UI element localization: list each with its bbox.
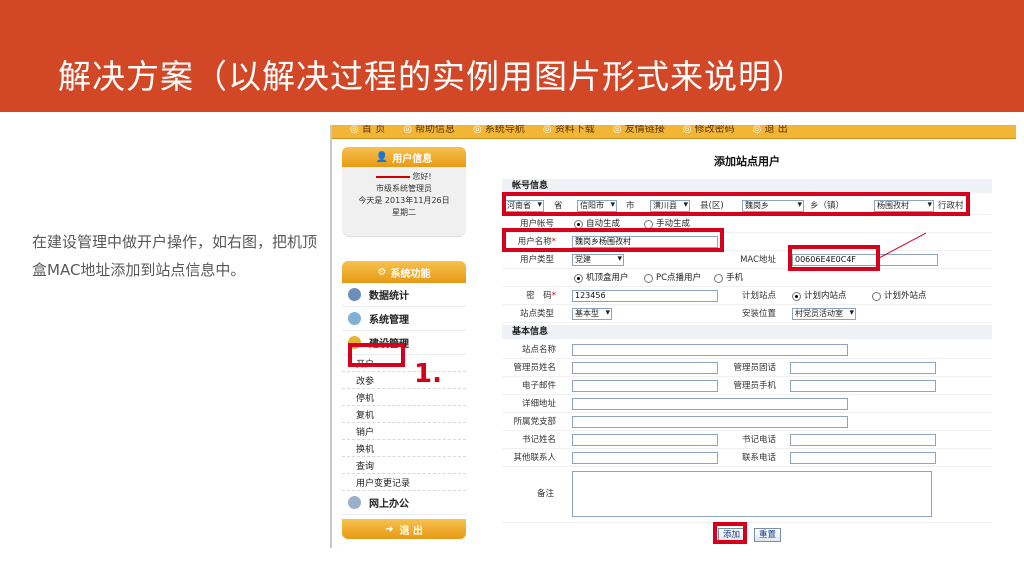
title-bar: 解决方案（以解决过程的实例用图片形式来说明） <box>0 0 1024 112</box>
sub-replace[interactable]: 换机 <box>342 440 466 457</box>
email-row: 电子邮件 管理员手机 <box>502 377 992 395</box>
user-panel-title: 用户信息 <box>392 153 433 165</box>
device-type-row: 机顶盒用户 PC点播用户 手机 <box>502 269 992 287</box>
site-name-input[interactable] <box>572 344 848 356</box>
password-input[interactable]: 123456 <box>572 290 718 302</box>
nav-home[interactable]: 首 页 <box>350 125 385 135</box>
address-row: 详细地址 <box>502 395 992 413</box>
address-input[interactable] <box>572 398 848 410</box>
phone-user-radio[interactable]: 手机 <box>714 272 743 284</box>
remark-textarea[interactable] <box>572 471 932 517</box>
admin-mobile-input[interactable] <box>790 380 936 392</box>
highlight-add-button <box>713 522 747 544</box>
highlight-username <box>502 228 724 252</box>
slide-title: 解决方案（以解决过程的实例用图片形式来说明） <box>58 57 806 96</box>
user-info: 您好! 市级系统管理员 今天是 2013年11月26日 星期二 <box>342 167 466 237</box>
sub-resume[interactable]: 复机 <box>342 406 466 423</box>
install-location-select[interactable]: 村党员活动室 <box>792 308 856 320</box>
nav-help[interactable]: 帮助信息 <box>403 125 455 135</box>
sub-change-log[interactable]: 用户变更记录 <box>342 474 466 491</box>
nav-exit[interactable]: 退 出 <box>753 125 788 135</box>
form-title: 添加站点用户 <box>714 155 780 168</box>
highlight-region-row <box>502 192 970 216</box>
office-icon <box>348 496 361 509</box>
stats-icon <box>348 288 361 301</box>
sys-panel-header: ⚙ 系统功能 <box>342 261 466 283</box>
greeting: 您好! <box>412 172 432 181</box>
other-contact-row: 其他联系人 联系电话 <box>502 449 992 467</box>
other-contact-input[interactable] <box>572 452 718 464</box>
sub-change-param[interactable]: 改参 <box>342 372 466 389</box>
sub-cancel[interactable]: 销户 <box>342 423 466 440</box>
menu-sys-manage[interactable]: 系统管理 <box>342 307 466 331</box>
sitetype-row: 站点类型 基本型 安装位置 村党员活动室 <box>502 305 992 323</box>
usertype-row: 用户类型 党建 MAC地址 00606E4E0C4F <box>502 251 992 269</box>
secretary-phone-input[interactable] <box>790 434 936 446</box>
settings-icon <box>348 312 361 325</box>
secretary-name-input[interactable] <box>572 434 718 446</box>
current-weekday: 星期二 <box>392 208 416 217</box>
slide: 解决方案（以解决过程的实例用图片形式来说明） 在建设管理中做开户操作，如右图，把… <box>0 0 1024 576</box>
email-input[interactable] <box>572 380 718 392</box>
admin-row: 管理员姓名 管理员固话 <box>502 359 992 377</box>
annotation-number: 1. <box>414 359 442 389</box>
nav-download[interactable]: 资料下载 <box>543 125 595 135</box>
tools-icon: ⚙ <box>377 266 387 278</box>
user-role: 市级系统管理员 <box>376 184 432 193</box>
party-branch-row: 所属党支部 <box>502 413 992 431</box>
sys-panel-title: 系统功能 <box>390 268 431 280</box>
highlight-mac-address <box>788 245 880 271</box>
user-panel-header: 👤 用户信息 <box>342 147 466 167</box>
user-icon: 👤 <box>375 151 389 163</box>
sub-query[interactable]: 查询 <box>342 457 466 474</box>
stb-user-radio[interactable]: 机顶盒用户 <box>574 272 629 284</box>
top-nav: 首 页 帮助信息 系统导航 资料下载 友情链接 修改密码 退 出 <box>332 125 1016 139</box>
pc-user-radio[interactable]: PC点播用户 <box>644 272 701 284</box>
nav-sysnav[interactable]: 系统导航 <box>473 125 525 135</box>
reset-button[interactable]: 重置 <box>754 528 782 542</box>
sub-suspend[interactable]: 停机 <box>342 389 466 406</box>
secretary-row: 书记姓名 书记电话 <box>502 431 992 449</box>
admin-phone-input[interactable] <box>790 362 936 374</box>
sidebar-exit-button[interactable]: ➜ 退 出 <box>342 519 466 539</box>
account-section-header: 帐号信息 <box>502 179 992 193</box>
screenshot: 首 页 帮助信息 系统导航 资料下载 友情链接 修改密码 退 出 👤 用户信息 … <box>330 125 1016 548</box>
contact-phone-input[interactable] <box>790 452 936 464</box>
username-redacted <box>376 175 411 178</box>
plan-out-radio[interactable]: 计划外站点 <box>872 290 927 302</box>
admin-name-input[interactable] <box>572 362 718 374</box>
remark-row: 备注 <box>502 467 992 523</box>
party-branch-input[interactable] <box>572 416 848 428</box>
nav-links[interactable]: 友情链接 <box>613 125 665 135</box>
site-name-row: 站点名称 <box>502 341 992 359</box>
highlight-open-account <box>348 343 405 367</box>
current-date: 今天是 2013年11月26日 <box>358 196 450 205</box>
sitetype-select[interactable]: 基本型 <box>572 308 612 320</box>
usertype-select[interactable]: 党建 <box>572 254 624 266</box>
basic-section-header: 基本信息 <box>502 325 992 339</box>
nav-password[interactable]: 修改密码 <box>683 125 735 135</box>
exit-icon: ➜ <box>385 523 394 535</box>
menu-online-office[interactable]: 网上办公 <box>342 491 466 515</box>
menu-data-stats[interactable]: 数据统计 <box>342 283 466 307</box>
plan-in-radio[interactable]: 计划内站点 <box>792 290 847 302</box>
slide-description: 在建设管理中做开户操作，如右图，把机顶盒MAC地址添加到站点信息中。 <box>32 233 318 279</box>
password-row: 密 码* 123456 计划站点 计划内站点 计划外站点 <box>502 287 992 305</box>
